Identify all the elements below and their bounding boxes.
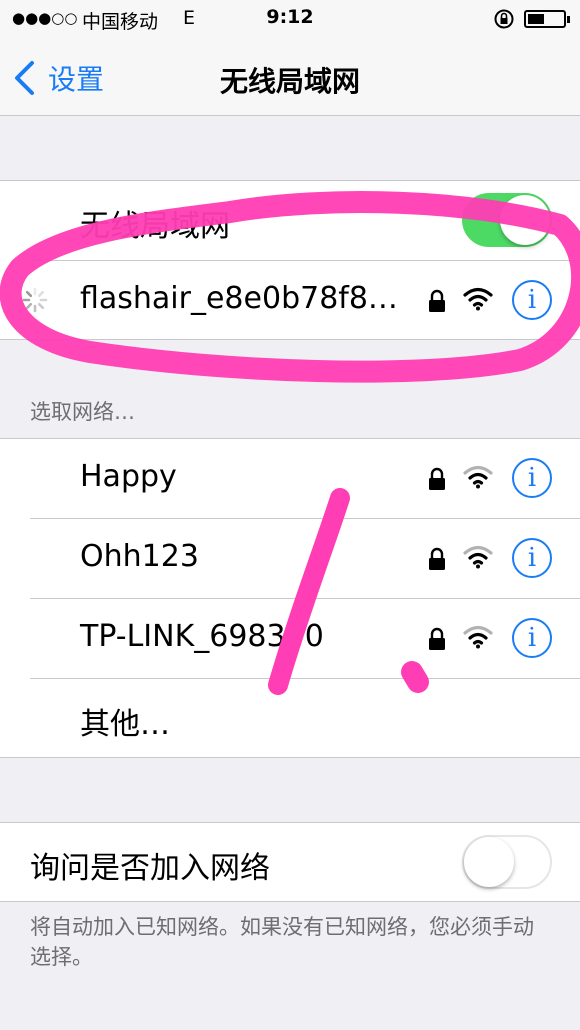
wifi-signal-icon (463, 545, 493, 569)
footer-description: 将自动加入已知网络。如果没有已知网络，您必须手动选择。 (30, 915, 534, 969)
battery-icon (524, 10, 570, 28)
wifi-group: 无线局域网 flashair_e8e0b78f8… i (0, 180, 580, 340)
list-item-network[interactable]: TP-LINK_698390 i (0, 599, 580, 679)
network-name: flashair_e8e0b78f8… (80, 281, 398, 316)
lock-icon (429, 467, 445, 490)
wifi-signal-icon (463, 465, 493, 489)
rotation-lock-icon (494, 9, 514, 29)
info-icon[interactable]: i (512, 458, 552, 498)
lock-icon (429, 289, 445, 312)
network-name: TP-LINK_698390 (80, 619, 324, 654)
status-bar: ●●●○○ 中国移动 E 9:12 (0, 0, 580, 40)
connected-network-row[interactable]: flashair_e8e0b78f8… i (0, 261, 580, 341)
toggle-knob (500, 195, 550, 245)
ask-join-toggle[interactable] (462, 835, 552, 889)
other-label: 其他… (80, 707, 170, 742)
wifi-toggle-row: 无线局域网 (0, 181, 580, 261)
list-item-network[interactable]: Ohh123 i (0, 519, 580, 599)
loading-spinner-icon (22, 287, 48, 313)
navigation-bar: 设置 无线局域网 (0, 40, 580, 116)
ask-join-row: 询问是否加入网络 (0, 823, 580, 903)
wifi-toggle-label: 无线局域网 (80, 209, 230, 244)
wifi-signal-icon (463, 287, 493, 311)
toggle-knob (464, 837, 514, 887)
info-icon[interactable]: i (512, 618, 552, 658)
list-item-network[interactable]: Happy i (0, 439, 580, 519)
ask-join-group: 询问是否加入网络 (0, 822, 580, 902)
wifi-toggle[interactable] (462, 193, 552, 247)
ask-join-label: 询问是否加入网络 (30, 851, 270, 886)
info-icon[interactable]: i (512, 280, 552, 320)
other-network-item[interactable]: 其他… (0, 679, 580, 759)
lock-icon (429, 627, 445, 650)
page-title: 无线局域网 (219, 65, 360, 98)
lock-icon (429, 547, 445, 570)
network-list: Happy i Ohh123 i TP-LINK_698390 i 其他… (0, 438, 580, 758)
choose-network-header: 选取网络… (30, 400, 135, 424)
network-name: Ohh123 (80, 539, 199, 574)
info-icon[interactable]: i (512, 538, 552, 578)
wifi-signal-icon (463, 625, 493, 649)
network-name: Happy (80, 459, 177, 494)
